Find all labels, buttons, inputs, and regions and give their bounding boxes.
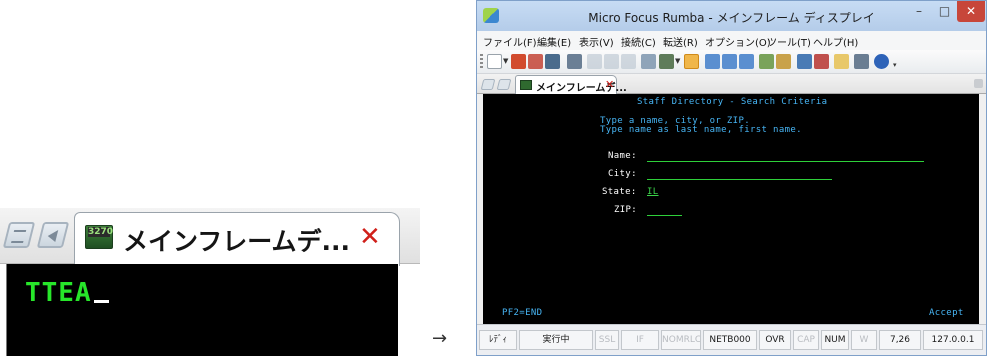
- city-label: City:: [608, 169, 637, 179]
- zip-label: ZIP:: [614, 205, 638, 215]
- maximize-button[interactable]: □: [932, 1, 957, 22]
- close-window-button[interactable]: ✕: [957, 1, 985, 22]
- chevron-down-icon[interactable]: ▼: [503, 57, 509, 65]
- zoom-tab-bar: 3270 メインフレームデ... ✕: [0, 208, 420, 266]
- zoom-terminal-area[interactable]: TTEA: [6, 264, 398, 356]
- tools-icon[interactable]: [776, 54, 791, 69]
- menu-view[interactable]: 表示(V): [579, 34, 614, 49]
- status-if: IF: [621, 330, 659, 350]
- undo-icon[interactable]: [641, 54, 656, 69]
- stop-icon[interactable]: [814, 54, 829, 69]
- settings-icon[interactable]: [567, 54, 582, 69]
- terminal-screen[interactable]: Staff Directory - Search Criteria Type a…: [483, 94, 979, 324]
- status-numlock: NUM: [821, 330, 849, 350]
- menu-options[interactable]: オプション(O): [705, 34, 771, 49]
- instruction-line-2: Type name as last name, first name.: [600, 125, 802, 135]
- text-cursor: [93, 300, 109, 303]
- status-host-address: 127.0.0.1: [923, 330, 983, 350]
- send-icon[interactable]: [705, 54, 720, 69]
- status-caps: CAP: [793, 330, 819, 350]
- menu-connect[interactable]: 接続(C): [621, 34, 656, 49]
- screenshot-root: 3270 メインフレームデ... ✕ TTEA → Micro Focus Ru…: [0, 0, 987, 356]
- status-nomrlc: NOMRLC: [661, 330, 701, 350]
- name-label: Name:: [608, 151, 637, 161]
- zoom-terminal-text: TTEA: [25, 278, 109, 308]
- chevron-down-icon[interactable]: ▾: [893, 61, 899, 69]
- chevron-down-icon[interactable]: ▼: [675, 57, 681, 65]
- pf-key-hint[interactable]: PF2=END: [502, 308, 542, 318]
- rumba-window: Micro Focus Rumba - メインフレーム ディスプレイ – □ ✕…: [476, 0, 987, 356]
- notepad-icon[interactable]: [834, 54, 849, 69]
- save-icon[interactable]: [545, 54, 560, 69]
- tab-scroll-left-icon[interactable]: [496, 79, 512, 90]
- status-bar: ﾚﾃﾞｨ 実行中 SSL IF NOMRLC NETB000 OVR CAP N…: [477, 324, 986, 355]
- toolbar-grip[interactable]: [480, 54, 483, 70]
- paste-icon[interactable]: [621, 54, 636, 69]
- accept-hint[interactable]: Accept: [929, 308, 964, 318]
- minimize-button[interactable]: –: [906, 1, 932, 22]
- name-field[interactable]: [647, 161, 924, 162]
- status-cursor-position: 7,26: [879, 330, 921, 350]
- zip-field[interactable]: [647, 215, 682, 216]
- cut-icon[interactable]: [587, 54, 602, 69]
- active-macro-icon[interactable]: [684, 54, 699, 69]
- menu-edit[interactable]: 編集(E): [537, 34, 571, 49]
- document-tab-bar: メインフレームデ... ✕: [477, 74, 986, 94]
- zoomed-tab-inset: 3270 メインフレームデ... ✕ TTEA: [0, 208, 420, 356]
- zoom-tab-label: メインフレームデ...: [123, 227, 350, 256]
- menu-transfer[interactable]: 転送(R): [663, 34, 698, 49]
- state-label: State:: [602, 187, 637, 197]
- close-icon[interactable]: ✕: [605, 78, 614, 91]
- transition-arrow: →: [432, 328, 448, 349]
- status-running: 実行中: [519, 330, 593, 350]
- session-tab[interactable]: メインフレームデ... ✕: [515, 75, 627, 94]
- keyboard-icon[interactable]: [854, 54, 869, 69]
- tab-list-icon[interactable]: [480, 79, 496, 90]
- connect-icon[interactable]: [511, 54, 526, 69]
- status-overwrite: OVR: [759, 330, 791, 350]
- mainframe-session-icon: [520, 80, 532, 90]
- screen-icon[interactable]: [659, 54, 674, 69]
- menu-help[interactable]: ヘルプ(H): [813, 34, 858, 49]
- city-field[interactable]: [647, 179, 832, 180]
- toolbar: ▼ ▼ ▾: [477, 50, 986, 74]
- mainframe-session-icon: 3270: [85, 225, 113, 249]
- record-icon[interactable]: [759, 54, 774, 69]
- help-icon[interactable]: [874, 54, 889, 69]
- disconnect-icon[interactable]: [528, 54, 543, 69]
- tab-list-icon[interactable]: [2, 222, 36, 248]
- state-field[interactable]: IL: [647, 187, 659, 197]
- menu-file[interactable]: ファイル(F): [483, 34, 537, 49]
- play-icon[interactable]: [797, 54, 812, 69]
- status-lu-name: NETB000: [703, 330, 757, 350]
- status-ssl: SSL: [595, 330, 619, 350]
- screen-title: Staff Directory - Search Criteria: [637, 97, 828, 107]
- zoom-session-tab[interactable]: 3270 メインフレームデ... ✕: [74, 212, 400, 266]
- close-icon[interactable]: ✕: [359, 224, 381, 250]
- menu-bar: ファイル(F) 編集(E) 表示(V) 接続(C) 転送(R) オプション(O)…: [477, 31, 986, 50]
- receive-icon[interactable]: [722, 54, 737, 69]
- title-bar[interactable]: Micro Focus Rumba - メインフレーム ディスプレイ – □ ✕: [477, 1, 986, 31]
- tab-overflow-icon[interactable]: [974, 79, 983, 88]
- tab-scroll-left-icon[interactable]: [36, 222, 70, 248]
- new-session-icon[interactable]: [487, 54, 502, 69]
- menu-tools[interactable]: ツール(T): [767, 34, 811, 49]
- status-w: W: [851, 330, 877, 350]
- copy-icon[interactable]: [604, 54, 619, 69]
- transfer-icon[interactable]: [739, 54, 754, 69]
- status-ready: ﾚﾃﾞｨ: [479, 330, 517, 350]
